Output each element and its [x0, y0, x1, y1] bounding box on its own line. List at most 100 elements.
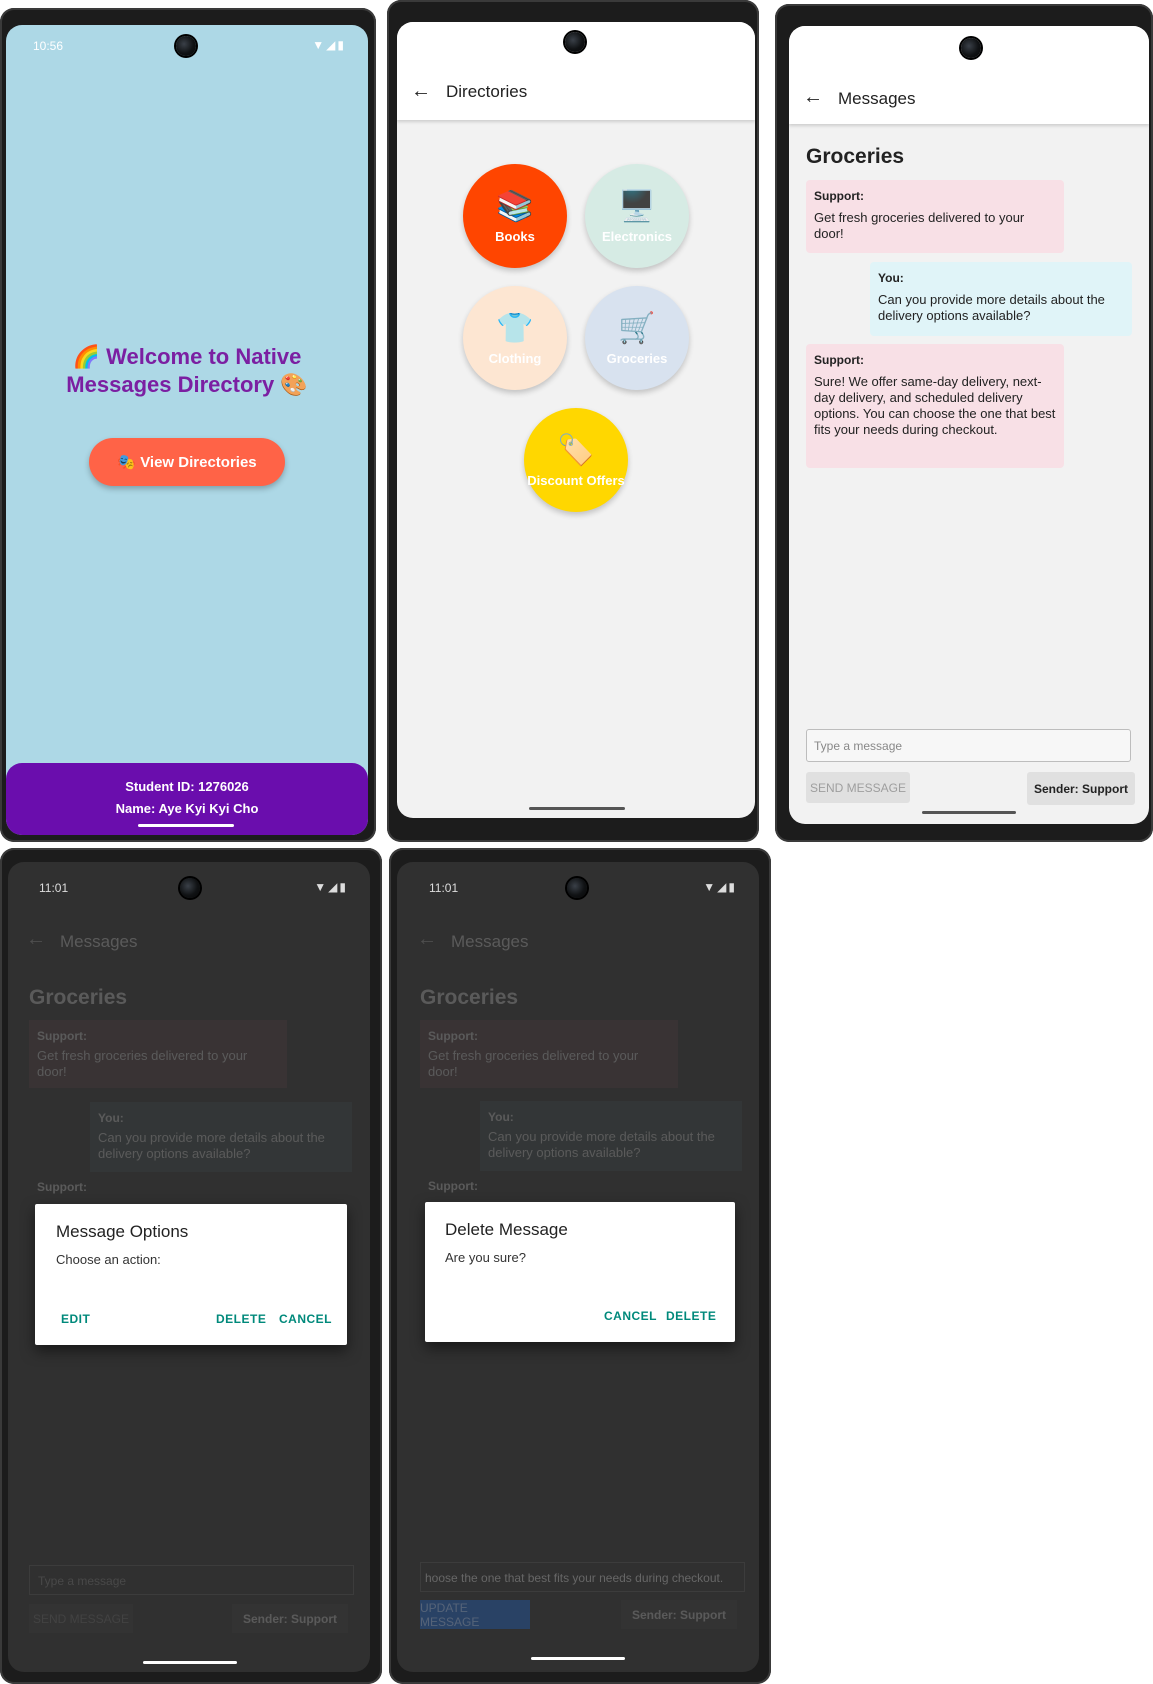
status-time: 11:01: [39, 881, 69, 895]
page-title: Messages: [838, 89, 916, 108]
front-camera: [565, 32, 585, 52]
message-input[interactable]: Type a message: [806, 729, 1131, 762]
message-sender: Support:: [37, 1029, 87, 1043]
dialog-message: Are you sure?: [445, 1250, 526, 1265]
message-sender: You:: [488, 1110, 514, 1124]
directory-groceries[interactable]: 🛒 Groceries: [585, 286, 689, 390]
welcome-line-2: Messages Directory 🎨: [66, 372, 308, 397]
message-text: Can you provide more details about the d…: [98, 1130, 325, 1161]
nav-gesture-bar[interactable]: [143, 1661, 237, 1664]
directory-clothing[interactable]: 👕 Clothing: [463, 286, 567, 390]
books-icon: 📚: [496, 189, 534, 223]
directory-label: Groceries: [606, 350, 668, 366]
message-sender: You:: [98, 1111, 124, 1125]
sender-toggle-button[interactable]: Sender: Support: [1027, 772, 1135, 805]
nav-gesture-bar[interactable]: [531, 1657, 625, 1660]
front-camera: [176, 36, 196, 56]
delete-button[interactable]: DELETE: [216, 1312, 266, 1326]
message-input: Type a message: [29, 1565, 354, 1595]
nav-gesture-bar[interactable]: [529, 807, 625, 810]
directories-screen: ← Directories 📚 Books 🖥️ Electronics 👕 C…: [397, 22, 755, 818]
message-bubble-you: You: Can you provide more details about …: [90, 1102, 352, 1172]
directory-books[interactable]: 📚 Books: [463, 164, 567, 268]
status-icons: ▼◢▮: [703, 880, 737, 894]
message-input: hoose the one that best fits your needs …: [420, 1562, 745, 1592]
directory-electronics[interactable]: 🖥️ Electronics: [585, 164, 689, 268]
app-bar: ← Directories: [397, 22, 755, 120]
message-bubble-support: Support: Get fresh groceries delivered t…: [420, 1020, 678, 1088]
message-sender: Support:: [814, 189, 864, 203]
welcome-heading: 🌈 Welcome to Native Messages Directory 🎨: [6, 343, 368, 399]
view-directories-button[interactable]: 🎭 View Directories: [89, 438, 285, 486]
phone-messages: ← Messages Groceries Support: Get fresh …: [775, 4, 1153, 842]
welcome-line-1: 🌈 Welcome to Native: [72, 344, 302, 369]
dialog-message: Choose an action:: [56, 1252, 161, 1267]
message-text: Get fresh groceries delivered to your do…: [37, 1048, 248, 1079]
directory-discount-offers[interactable]: 🏷️ Discount Offers: [524, 408, 628, 512]
cancel-button[interactable]: CANCEL: [279, 1312, 332, 1326]
message-bubble-support: Support: Get fresh groceries delivered t…: [29, 1020, 287, 1088]
phone-message-options: 11:01 ▼◢▮ ← Messages Groceries Support: …: [0, 848, 382, 1684]
front-camera: [567, 878, 587, 898]
page-title: Directories: [446, 82, 528, 101]
page-title: Messages: [451, 932, 529, 951]
directory-title: Groceries: [29, 986, 128, 1009]
nav-gesture-bar[interactable]: [138, 824, 234, 827]
message-text: Sure! We offer same-day delivery, next-d…: [814, 374, 1056, 437]
phone-directories: ← Directories 📚 Books 🖥️ Electronics 👕 C…: [387, 0, 759, 842]
message-options-dialog: Message Options Choose an action: EDIT D…: [35, 1204, 347, 1345]
status-time: 10:56: [33, 39, 64, 53]
status-icons: ▼◢▮: [314, 880, 348, 894]
student-name: Name: Aye Kyi Kyi Cho: [115, 801, 259, 816]
directory-title: Groceries: [420, 986, 519, 1009]
message-sender: Support:: [37, 1180, 87, 1194]
message-text: Get fresh groceries delivered to your do…: [814, 210, 1025, 241]
sender-toggle-button: Sender: Support: [621, 1600, 737, 1629]
back-arrow-icon[interactable]: ←: [803, 86, 823, 109]
messages-screen: ← Messages Groceries Support: Get fresh …: [789, 26, 1149, 824]
app-bar: ← Messages: [789, 26, 1149, 124]
delete-button[interactable]: DELETE: [666, 1309, 716, 1323]
status-time: 11:01: [429, 881, 459, 895]
message-bubble-you: You: Can you provide more details about …: [480, 1101, 742, 1171]
delete-dialog-screen: 11:01 ▼◢▮ ← Messages Groceries Support: …: [397, 862, 759, 1672]
message-bubble-you[interactable]: You: Can you provide more details about …: [870, 262, 1132, 336]
message-options-screen: 11:01 ▼◢▮ ← Messages Groceries Support: …: [8, 862, 370, 1672]
directory-label: Electronics: [601, 228, 673, 244]
front-camera: [180, 878, 200, 898]
message-sender: Support:: [428, 1029, 478, 1043]
back-arrow-icon: ←: [26, 928, 46, 950]
phone-welcome: 10:56 ▼◢▮ 🌈 Welcome to Native Messages D…: [0, 8, 376, 842]
student-id: Student ID: 1276026: [125, 779, 249, 794]
send-message-button: SEND MESSAGE: [29, 1604, 133, 1633]
message-text: Can you provide more details about the d…: [878, 292, 1105, 323]
clothing-icon: 👕: [496, 311, 534, 345]
message-bubble-support[interactable]: Support: Get fresh groceries delivered t…: [806, 180, 1064, 253]
phone-delete-dialog: 11:01 ▼◢▮ ← Messages Groceries Support: …: [389, 848, 771, 1684]
message-text: Can you provide more details about the d…: [488, 1129, 715, 1160]
dialog-title: Message Options: [56, 1222, 189, 1241]
groceries-icon: 🛒: [618, 311, 656, 345]
edit-button[interactable]: EDIT: [61, 1312, 90, 1326]
cancel-button[interactable]: CANCEL: [604, 1309, 657, 1323]
directory-title: Groceries: [806, 145, 905, 168]
message-sender: Support:: [814, 353, 864, 367]
electronics-icon: 🖥️: [618, 189, 656, 223]
price-tag-icon: 🏷️: [557, 433, 595, 467]
welcome-screen: 10:56 ▼◢▮ 🌈 Welcome to Native Messages D…: [6, 25, 368, 835]
directory-label: Books: [495, 228, 535, 244]
delete-message-dialog: Delete Message Are you sure? CANCEL DELE…: [425, 1202, 735, 1342]
send-message-button[interactable]: SEND MESSAGE: [806, 772, 910, 803]
directory-label: Discount Offers: [527, 472, 625, 488]
nav-gesture-bar[interactable]: [922, 811, 1016, 814]
dialog-title: Delete Message: [445, 1220, 568, 1239]
page-title: Messages: [60, 932, 138, 951]
message-bubble-support[interactable]: Support: Sure! We offer same-day deliver…: [806, 344, 1064, 468]
message-sender: Support:: [428, 1179, 478, 1193]
status-icons: ▼◢▮: [312, 38, 346, 52]
back-arrow-icon[interactable]: ←: [411, 80, 431, 103]
directory-label: Clothing: [488, 350, 542, 366]
front-camera: [961, 38, 981, 58]
sender-toggle-button: Sender: Support: [232, 1604, 348, 1633]
message-sender: You:: [878, 271, 904, 285]
